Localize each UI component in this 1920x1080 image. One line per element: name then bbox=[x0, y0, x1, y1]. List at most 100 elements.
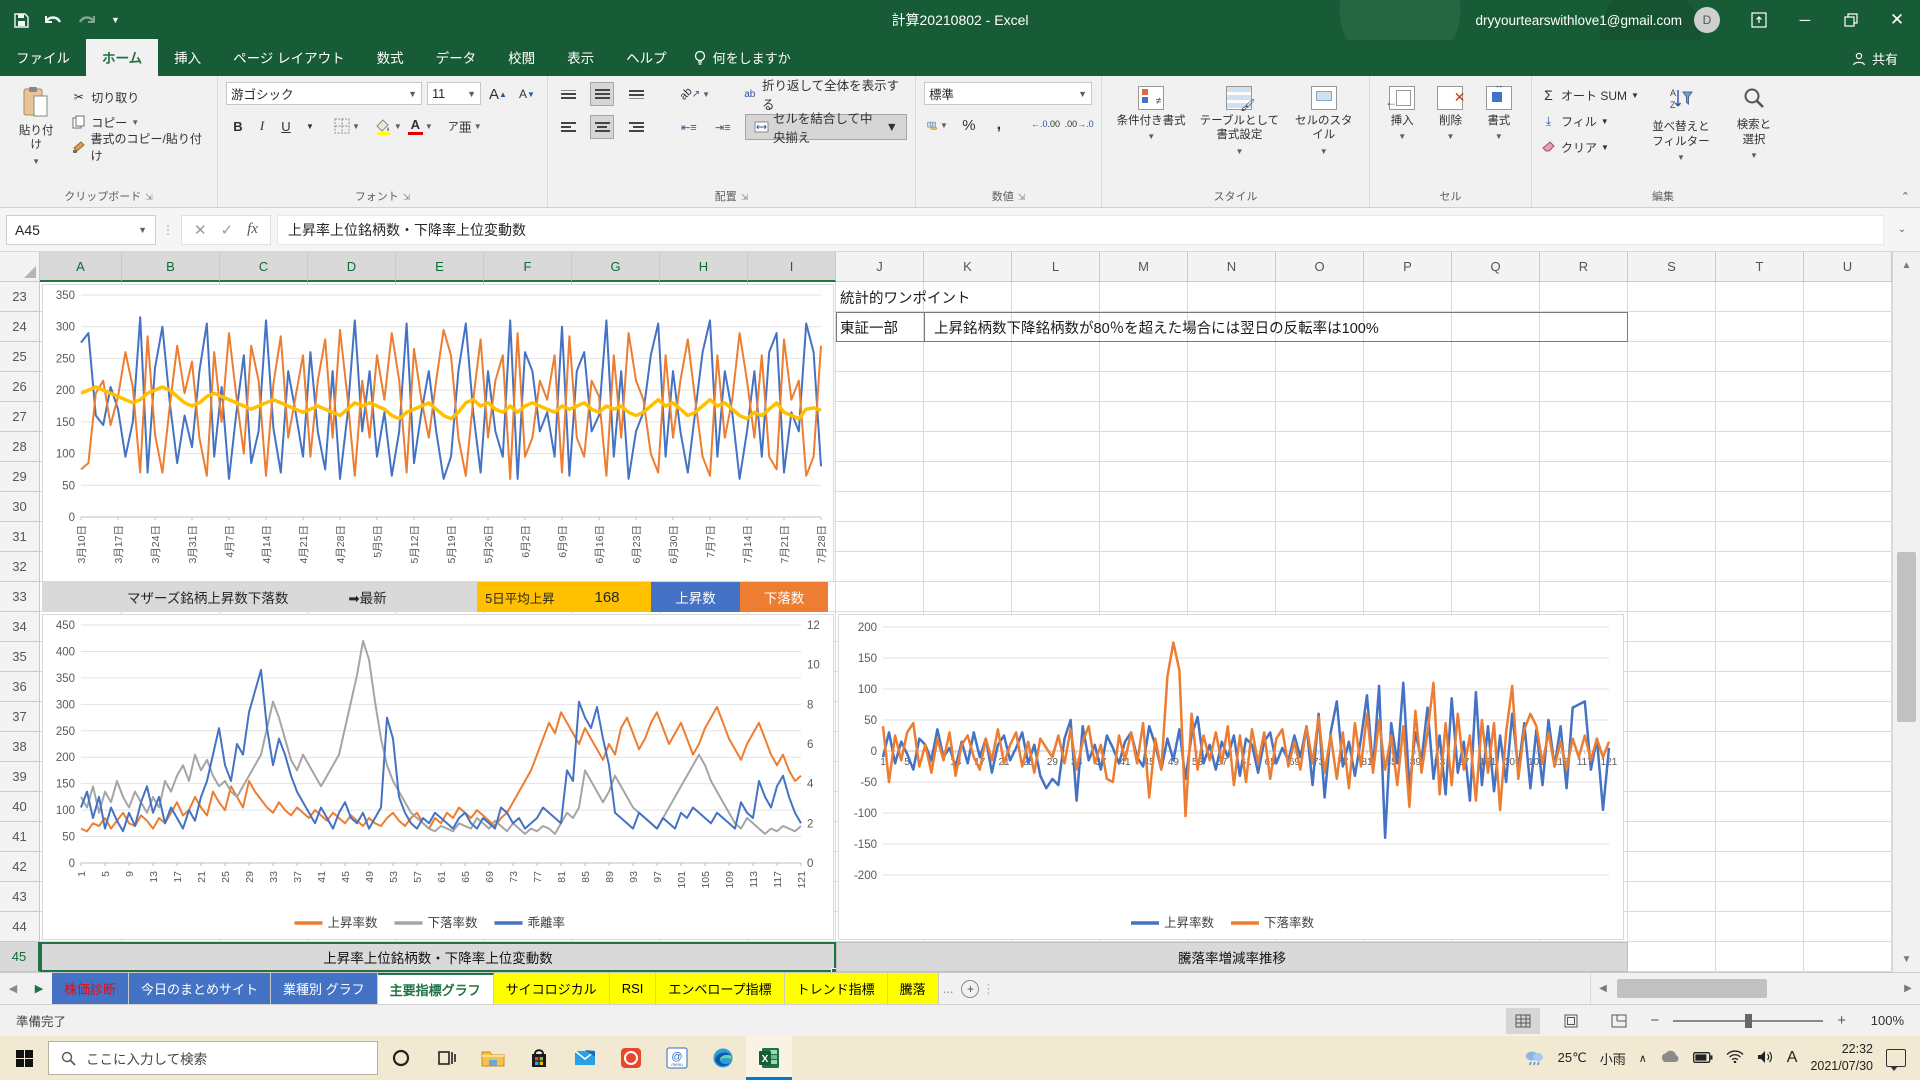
page-break-view-button[interactable] bbox=[1602, 1008, 1636, 1034]
column-header-S[interactable]: S bbox=[1628, 252, 1716, 282]
wifi-icon[interactable] bbox=[1726, 1050, 1744, 1066]
weather-temp-label[interactable]: 25℃ bbox=[1558, 1050, 1587, 1066]
sheet-tab-1[interactable]: 今日のまとめサイト bbox=[129, 973, 271, 1004]
sheet-tab-8[interactable]: 騰落 bbox=[888, 973, 939, 1004]
row-header-25[interactable]: 25 bbox=[0, 342, 40, 372]
tellme-box[interactable]: 何をしますか bbox=[683, 40, 805, 76]
scroll-right-icon[interactable]: ▶ bbox=[1896, 973, 1920, 1004]
ribbon-tab-1[interactable]: ホーム bbox=[86, 39, 158, 76]
font-size-select[interactable]: 11▼ bbox=[427, 82, 481, 105]
row-header-29[interactable]: 29 bbox=[0, 462, 40, 492]
action-center-icon[interactable] bbox=[1886, 1049, 1906, 1067]
fill-color-icon[interactable]: ▼ bbox=[372, 114, 405, 138]
sort-filter-button[interactable]: AZ 並べ替えとフィルター▼ bbox=[1643, 82, 1719, 178]
account-avatar[interactable]: D bbox=[1694, 7, 1720, 33]
row33-banner[interactable]: マザーズ銘柄上昇数下落数 ➡最新 5日平均上昇 168 上昇数 下落数 bbox=[42, 582, 828, 612]
sheet-tab-3[interactable]: 主要指標グラフ bbox=[378, 973, 494, 1004]
chart-mothers-updown[interactable]: 0501001502002503003503月10日3月17日3月24日3月31… bbox=[42, 284, 834, 582]
cancel-entry-icon[interactable]: ✕ bbox=[194, 221, 207, 239]
row-header-24[interactable]: 24 bbox=[0, 312, 40, 342]
weather-icon[interactable] bbox=[1523, 1048, 1545, 1069]
chart-advance-decline[interactable]: -200-150-100-500501001502001591317212529… bbox=[838, 614, 1624, 940]
ribbon-tab-4[interactable]: 数式 bbox=[361, 39, 420, 76]
row-header-36[interactable]: 36 bbox=[0, 672, 40, 702]
cut-button[interactable]: ✂切り取り bbox=[70, 86, 209, 108]
column-header-E[interactable]: E bbox=[396, 252, 484, 282]
column-header-A[interactable]: A bbox=[40, 252, 122, 282]
row-header-45[interactable]: 45 bbox=[0, 942, 40, 972]
cell-k24[interactable]: 上昇銘柄数下降銘柄数が80％を超えた場合には翌日の反転率は100% bbox=[934, 312, 1379, 342]
edge-icon[interactable] bbox=[700, 1036, 746, 1080]
column-header-T[interactable]: T bbox=[1716, 252, 1804, 282]
decrease-indent-icon[interactable]: ⇤≡ bbox=[677, 115, 701, 139]
zoom-out-icon[interactable]: − bbox=[1650, 1012, 1659, 1029]
zoom-slider-thumb[interactable] bbox=[1745, 1014, 1752, 1028]
onedrive-icon[interactable] bbox=[1660, 1050, 1680, 1066]
row-header-23[interactable]: 23 bbox=[0, 282, 40, 312]
sheet-tab-4[interactable]: サイコロジカル bbox=[494, 973, 610, 1004]
align-left-icon[interactable] bbox=[556, 115, 580, 139]
cortana-icon[interactable] bbox=[378, 1036, 424, 1080]
name-box[interactable]: A45▼ bbox=[6, 215, 156, 245]
sheet-tab-7[interactable]: トレンド指標 bbox=[785, 973, 888, 1004]
ribbon-tab-3[interactable]: ページ レイアウト bbox=[217, 39, 360, 76]
row-header-34[interactable]: 34 bbox=[0, 612, 40, 642]
row-header-33[interactable]: 33 bbox=[0, 582, 40, 612]
task-view-icon[interactable] bbox=[424, 1036, 470, 1080]
zoom-in-icon[interactable]: + bbox=[1837, 1012, 1846, 1029]
ribbon-tab-8[interactable]: ヘルプ bbox=[610, 39, 683, 76]
start-button[interactable] bbox=[0, 1036, 48, 1080]
vertical-scroll-thumb[interactable] bbox=[1897, 552, 1916, 722]
row-header-32[interactable]: 32 bbox=[0, 552, 40, 582]
formula-input[interactable]: 上昇率上位銘柄数・下降率上位変動数 bbox=[277, 215, 1884, 245]
page-layout-view-button[interactable] bbox=[1554, 1008, 1588, 1034]
font-dialog-launcher[interactable]: ⇲ bbox=[403, 192, 411, 202]
mail-icon[interactable] bbox=[562, 1036, 608, 1080]
chart-top-ratio[interactable]: 0501001502002503003504004500246810121591… bbox=[42, 614, 834, 940]
clear-button[interactable]: クリア▼ bbox=[1540, 136, 1639, 158]
ribbon-tab-2[interactable]: 挿入 bbox=[158, 39, 217, 76]
tab-splitter[interactable]: ⋮ bbox=[983, 973, 993, 1004]
row-header-39[interactable]: 39 bbox=[0, 762, 40, 792]
merge-center-button[interactable]: セルを結合して中央揃え▼ bbox=[745, 114, 907, 140]
increase-indent-icon[interactable]: ⇥≡ bbox=[711, 115, 735, 139]
horizontal-scrollbar[interactable]: ◀ ▶ bbox=[1590, 973, 1920, 1004]
column-header-I[interactable]: I bbox=[748, 252, 836, 282]
italic-button[interactable]: I bbox=[250, 114, 274, 138]
font-color-icon[interactable]: A▼ bbox=[405, 114, 436, 138]
increase-font-icon[interactable]: A▲ bbox=[486, 82, 510, 106]
underline-caret[interactable]: ▼ bbox=[298, 114, 322, 138]
column-header-Q[interactable]: Q bbox=[1452, 252, 1540, 282]
orientation-icon[interactable]: ab↗▼ bbox=[677, 82, 713, 106]
number-dialog-launcher[interactable]: ⇲ bbox=[1018, 192, 1026, 202]
abema-app-icon[interactable] bbox=[608, 1036, 654, 1080]
vertical-scrollbar[interactable]: ▲ ▼ bbox=[1892, 252, 1920, 972]
column-header-K[interactable]: K bbox=[924, 252, 1012, 282]
formula-bar-splitter[interactable]: ⋮ bbox=[162, 223, 175, 237]
column-header-O[interactable]: O bbox=[1276, 252, 1364, 282]
sheet-cells[interactable]: 統計的ワンポイント 東証一部 上昇銘柄数下降銘柄数が80％を超えた場合には翌日の… bbox=[40, 282, 1892, 972]
zoom-slider[interactable] bbox=[1673, 1020, 1823, 1022]
column-header-H[interactable]: H bbox=[660, 252, 748, 282]
excel-taskbar-icon[interactable]: X bbox=[746, 1036, 792, 1080]
row-header-28[interactable]: 28 bbox=[0, 432, 40, 462]
normal-view-button[interactable] bbox=[1506, 1008, 1540, 1034]
align-right-icon[interactable] bbox=[624, 115, 648, 139]
tab-scroll-left-icon[interactable]: ◀ bbox=[0, 973, 26, 1004]
row-header-35[interactable]: 35 bbox=[0, 642, 40, 672]
align-bottom-icon[interactable] bbox=[624, 82, 648, 106]
customize-qat-icon[interactable]: ▼ bbox=[111, 15, 120, 25]
sheet-tab-6[interactable]: エンベロープ指標 bbox=[656, 973, 784, 1004]
sheet-tab-5[interactable]: RSI bbox=[610, 973, 657, 1004]
column-header-N[interactable]: N bbox=[1188, 252, 1276, 282]
row-header-30[interactable]: 30 bbox=[0, 492, 40, 522]
underline-button[interactable]: U bbox=[274, 114, 298, 138]
conditional-formatting-button[interactable]: ≠ 条件付き書式▼ bbox=[1110, 82, 1192, 178]
format-cells-button[interactable]: ↔ 書式▼ bbox=[1475, 82, 1523, 178]
bold-button[interactable]: B bbox=[226, 114, 250, 138]
row-header-42[interactable]: 42 bbox=[0, 852, 40, 882]
row45-right-banner[interactable]: 騰落率増減率推移 bbox=[836, 942, 1628, 972]
decrease-decimal-icon[interactable]: .00→.0 bbox=[1065, 113, 1093, 137]
collapse-ribbon-icon[interactable]: ⌃ bbox=[1901, 190, 1910, 203]
borders-icon[interactable]: ▼ bbox=[331, 114, 363, 138]
